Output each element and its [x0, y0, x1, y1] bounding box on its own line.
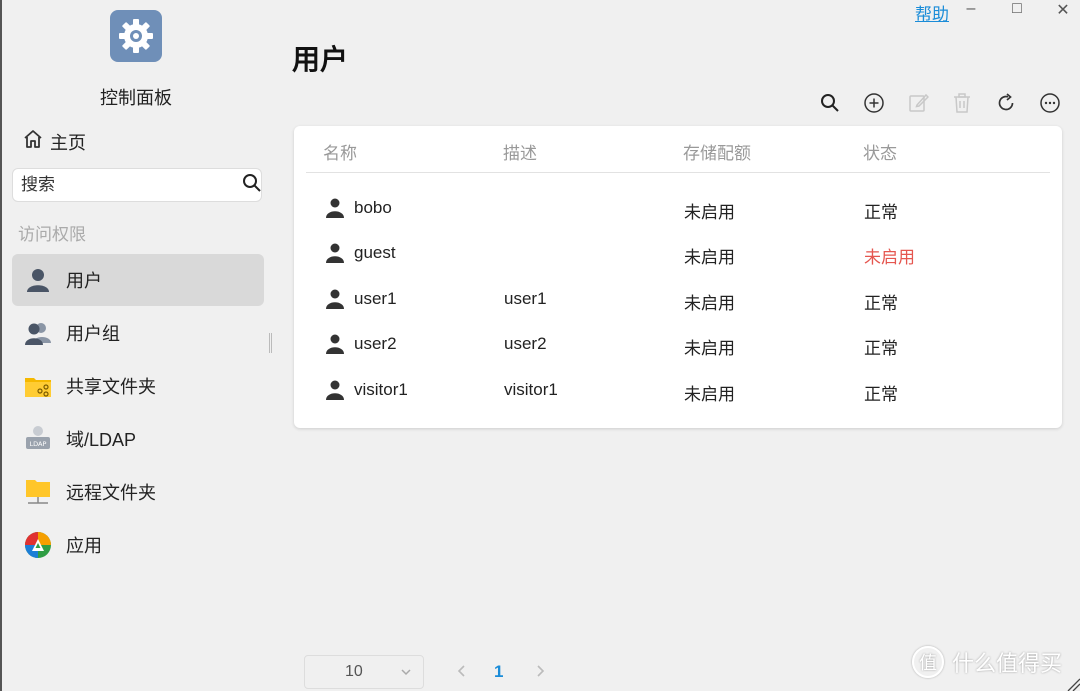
sidebar-item-label: 共享文件夹: [66, 377, 156, 397]
svg-text:LDAP: LDAP: [30, 440, 47, 448]
user-icon: [326, 243, 344, 263]
add-icon[interactable]: [860, 92, 888, 114]
search-icon[interactable]: [242, 173, 262, 198]
user-icon: [326, 334, 344, 354]
cell-quota: 未启用: [684, 248, 735, 267]
next-page-icon[interactable]: [532, 662, 548, 680]
page-size-value: 10: [345, 663, 363, 680]
cell-quota: 未启用: [684, 385, 735, 404]
home-link[interactable]: 主页: [22, 128, 86, 155]
refresh-icon[interactable]: [992, 92, 1020, 114]
minimize-button[interactable]: –: [961, 0, 981, 18]
cell-description: user1: [504, 289, 547, 308]
maximize-button[interactable]: □: [1007, 0, 1027, 18]
user-icon: [326, 380, 344, 400]
sidebar-item-label: 应用: [66, 536, 102, 556]
sidebar-splitter[interactable]: [269, 333, 272, 353]
sidebar-item-label: 用户: [66, 271, 102, 291]
column-header-name[interactable]: 名称: [323, 139, 357, 164]
column-header-quota[interactable]: 存储配额: [683, 139, 751, 164]
edit-icon[interactable]: [904, 92, 932, 114]
cell-description: user2: [504, 334, 547, 353]
page-title: 用户: [292, 44, 349, 75]
table-row[interactable]: guest 未启用 未启用: [306, 231, 1050, 277]
cell-status: 正常: [864, 339, 898, 358]
cell-name: user1: [354, 289, 397, 308]
sidebar-item-label: 用户组: [66, 324, 120, 344]
app-icon: [24, 531, 52, 559]
sidebar-item-users[interactable]: 用户: [12, 254, 264, 306]
users-table: 名称 描述 存储配额 状态 bobo 未启用 正常 guest 未启用 未启用 …: [294, 126, 1062, 428]
cell-name: user2: [354, 334, 397, 353]
cell-name: visitor1: [354, 380, 408, 399]
cell-quota: 未启用: [684, 203, 735, 222]
table-row[interactable]: visitor1 visitor1 未启用 正常: [306, 368, 1050, 414]
resize-grip-icon[interactable]: [1064, 675, 1080, 691]
cell-status: 正常: [864, 203, 898, 222]
page-size-select[interactable]: 10: [304, 655, 424, 689]
watermark: 值 什么值得买: [912, 646, 1062, 678]
help-link[interactable]: 帮助: [915, 0, 949, 25]
sidebar-item-label: 域/LDAP: [66, 430, 137, 450]
toolbar: [816, 92, 1064, 114]
user-group-icon: [24, 319, 52, 347]
sidebar-search: [12, 168, 262, 202]
search-input[interactable]: [21, 175, 242, 195]
sidebar-item-shared-folders[interactable]: 共享文件夹: [12, 360, 264, 412]
shared-folder-icon: [24, 372, 52, 400]
table-header: 名称 描述 存储配额 状态: [306, 126, 1050, 173]
column-header-status[interactable]: 状态: [863, 139, 897, 164]
cell-status: 正常: [864, 294, 898, 313]
more-icon[interactable]: [1036, 92, 1064, 114]
table-row[interactable]: user2 user2 未启用 正常: [306, 322, 1050, 368]
current-page[interactable]: 1: [494, 662, 503, 682]
search-icon[interactable]: [816, 92, 844, 114]
watermark-logo: 值: [912, 646, 944, 678]
home-label: 主页: [50, 132, 86, 153]
close-button[interactable]: ✕: [1053, 0, 1073, 20]
cell-status: 未启用: [864, 248, 915, 267]
table-row[interactable]: bobo 未启用 正常: [306, 186, 1050, 232]
sidebar-item-ldap[interactable]: LDAP 域/LDAP: [12, 413, 264, 465]
gear-icon: [110, 10, 162, 62]
sidebar-item-label: 远程文件夹: [66, 483, 156, 503]
user-icon: [326, 289, 344, 309]
sidebar-item-remote-folders[interactable]: 远程文件夹: [12, 466, 264, 518]
sidebar-item-user-groups[interactable]: 用户组: [12, 307, 264, 359]
cell-description: visitor1: [504, 380, 558, 399]
user-icon: [24, 266, 52, 294]
sidebar: 控制面板 主页 访问权限 用户: [4, 0, 268, 691]
control-panel-window: 帮助 – □ ✕ 控制面板 主页 搜索 访问权限 用户 用户组 共享文件夹 LD…: [0, 0, 1080, 691]
ldap-icon: LDAP: [24, 425, 52, 453]
home-icon: [22, 128, 44, 155]
sidebar-item-apps[interactable]: 应用: [12, 519, 264, 571]
remote-folder-icon: [24, 478, 52, 506]
cell-name: guest: [354, 243, 396, 262]
table-row[interactable]: user1 user1 未启用 正常: [306, 277, 1050, 323]
watermark-text: 什么值得买: [952, 651, 1063, 676]
app-title: 控制面板: [100, 88, 172, 108]
cell-quota: 未启用: [684, 339, 735, 358]
chevron-down-icon: [399, 665, 413, 684]
cell-name: bobo: [354, 198, 392, 217]
user-icon: [326, 198, 344, 218]
sidebar-nav: 用户 用户组 共享文件夹 LDAP 域/LDAP 远程文件夹 应用: [12, 254, 264, 572]
cell-quota: 未启用: [684, 294, 735, 313]
previous-page-icon[interactable]: [454, 662, 470, 680]
delete-icon[interactable]: [948, 92, 976, 114]
column-header-description[interactable]: 描述: [503, 139, 537, 164]
cell-status: 正常: [864, 385, 898, 404]
section-label-access: 访问权限: [18, 225, 86, 244]
